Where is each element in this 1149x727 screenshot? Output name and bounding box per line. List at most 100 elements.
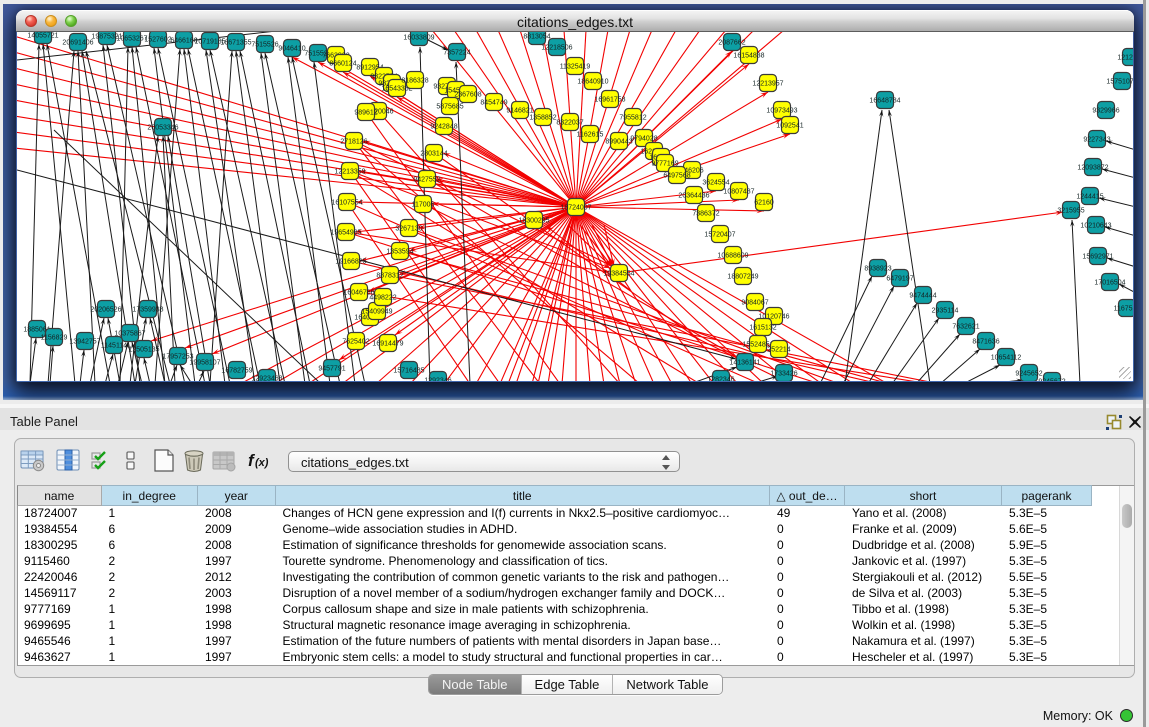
svg-text:7357224: 7357224: [443, 50, 470, 57]
svg-text:8322037: 8322037: [556, 120, 583, 127]
svg-text:12218506: 12218506: [541, 45, 572, 52]
svg-text:17359938: 17359938: [132, 307, 163, 314]
svg-text:16648784: 16648784: [869, 98, 900, 105]
svg-text:117006: 117006: [412, 202, 435, 209]
svg-text:9046410: 9046410: [278, 46, 305, 53]
svg-text:252214: 252214: [767, 347, 790, 354]
svg-text:16961758: 16961758: [594, 97, 625, 104]
svg-text:1733426: 1733426: [770, 371, 797, 378]
svg-text:14136141: 14136141: [729, 360, 760, 367]
svg-text:4498222: 4498222: [369, 295, 396, 302]
svg-text:9245672: 9245672: [1038, 379, 1065, 382]
svg-text:1292346: 1292346: [424, 378, 451, 382]
svg-text:8813054: 8813054: [523, 34, 550, 41]
svg-text:20691406: 20691406: [62, 40, 93, 47]
svg-text:7955812: 7955812: [619, 115, 646, 122]
svg-text:1212455: 1212455: [1117, 55, 1133, 62]
svg-text:19654985: 19654985: [330, 230, 361, 237]
svg-text:2718126: 2718126: [340, 139, 367, 146]
svg-text:1244415: 1244415: [1076, 194, 1103, 201]
svg-text:7515526: 7515526: [251, 42, 278, 49]
svg-text:8660124: 8660124: [329, 61, 356, 68]
svg-text:9794028: 9794028: [630, 136, 657, 143]
svg-text:18807249: 18807249: [727, 274, 758, 281]
svg-text:62160: 62160: [754, 200, 774, 207]
svg-text:12213957: 12213957: [752, 81, 783, 88]
svg-text:9242848: 9242848: [430, 124, 457, 131]
svg-text:9457791: 9457791: [318, 366, 345, 373]
svg-text:8454749: 8454749: [480, 100, 507, 107]
svg-text:10688609: 10688609: [717, 253, 748, 260]
svg-text:16782759: 16782759: [221, 368, 252, 375]
svg-text:1092541: 1092541: [776, 123, 803, 130]
svg-text:2087662: 2087662: [718, 40, 745, 47]
svg-text:15692971: 15692971: [1082, 254, 1113, 261]
svg-text:1353594: 1353594: [386, 249, 413, 256]
svg-text:8471636: 8471636: [972, 339, 999, 346]
svg-text:16033809: 16033809: [403, 35, 434, 42]
svg-text:13942757: 13942757: [69, 339, 100, 346]
svg-text:12923468: 12923468: [251, 376, 282, 382]
svg-text:1358852: 1358852: [529, 115, 556, 122]
svg-text:7386372: 7386372: [692, 211, 719, 218]
svg-text:10653267: 10653267: [116, 36, 147, 43]
svg-text:989612: 989612: [354, 110, 377, 117]
svg-text:11325419: 11325419: [560, 64, 591, 71]
svg-text:3267130: 3267130: [395, 226, 422, 233]
svg-text:19958107: 19958107: [189, 360, 220, 367]
svg-text:8938923: 8938923: [864, 266, 891, 273]
svg-text:12213359: 12213359: [334, 169, 365, 176]
svg-text:18640910: 18640910: [577, 79, 608, 86]
svg-text:15716485: 15716485: [393, 368, 424, 375]
svg-text:19166825: 19166825: [335, 259, 366, 266]
svg-text:16154838: 16154838: [733, 53, 764, 60]
svg-text:9474444: 9474444: [909, 293, 936, 300]
svg-text:9329966: 9329966: [1092, 108, 1119, 115]
svg-text:10807487: 10807487: [723, 189, 754, 196]
svg-text:1527602: 1527602: [144, 37, 171, 44]
svg-text:12505135: 12505135: [128, 347, 159, 354]
svg-text:18300295: 18300295: [518, 218, 549, 225]
svg-text:1145114: 1145114: [101, 343, 127, 350]
svg-text:7632621: 7632621: [952, 324, 979, 331]
svg-text:1282346: 1282346: [707, 377, 734, 382]
svg-text:10210643: 10210643: [1080, 223, 1111, 230]
svg-text:1167533: 1167533: [1114, 306, 1133, 313]
svg-text:16107554: 16107554: [331, 200, 362, 207]
svg-text:18724007: 18724007: [560, 205, 591, 212]
svg-text:7625402: 7625402: [342, 339, 369, 346]
svg-text:9227343: 9227343: [1083, 137, 1110, 144]
svg-text:15409949: 15409949: [361, 309, 392, 316]
svg-text:9245652: 9245652: [1015, 371, 1042, 378]
svg-text:1156829: 1156829: [41, 335, 68, 342]
svg-text:10654112: 10654112: [991, 355, 1022, 362]
svg-text:5875685: 5875685: [436, 104, 463, 111]
svg-text:20364436: 20364436: [678, 193, 709, 200]
svg-text:2367608: 2367608: [454, 92, 481, 99]
svg-text:10973493: 10973493: [766, 108, 797, 115]
svg-text:1615132: 1615132: [749, 325, 776, 332]
svg-text:8186328: 8186328: [401, 78, 428, 85]
svg-text:19384554: 19384554: [603, 271, 634, 278]
svg-text:17016504: 17016504: [1094, 280, 1125, 287]
svg-text:20053346: 20053346: [147, 125, 178, 132]
svg-text:8990443: 8990443: [605, 139, 632, 146]
svg-text:1162615: 1162615: [577, 132, 604, 139]
svg-text:6497568: 6497568: [663, 173, 690, 180]
svg-text:9084067: 9084067: [741, 300, 768, 307]
svg-text:2803144: 2803144: [420, 151, 447, 158]
svg-text:(x): (x): [255, 457, 269, 469]
svg-text:15720407: 15720407: [704, 232, 735, 239]
svg-text:9427552: 9427552: [413, 177, 440, 184]
svg-text:15751074: 15751074: [1106, 79, 1133, 86]
svg-text:16671355: 16671355: [220, 40, 251, 47]
svg-text:12093872: 12093872: [1077, 165, 1108, 172]
svg-text:8878312: 8878312: [376, 273, 403, 280]
svg-text:16914479: 16914479: [372, 341, 403, 348]
svg-text:2935114: 2935114: [932, 308, 959, 315]
svg-text:20206526: 20206526: [90, 307, 121, 314]
svg-text:14055721: 14055721: [27, 33, 58, 40]
svg-text:3624554: 3624554: [702, 180, 729, 187]
svg-text:9146821: 9146821: [506, 108, 533, 115]
svg-text:6479197: 6479197: [886, 276, 913, 283]
